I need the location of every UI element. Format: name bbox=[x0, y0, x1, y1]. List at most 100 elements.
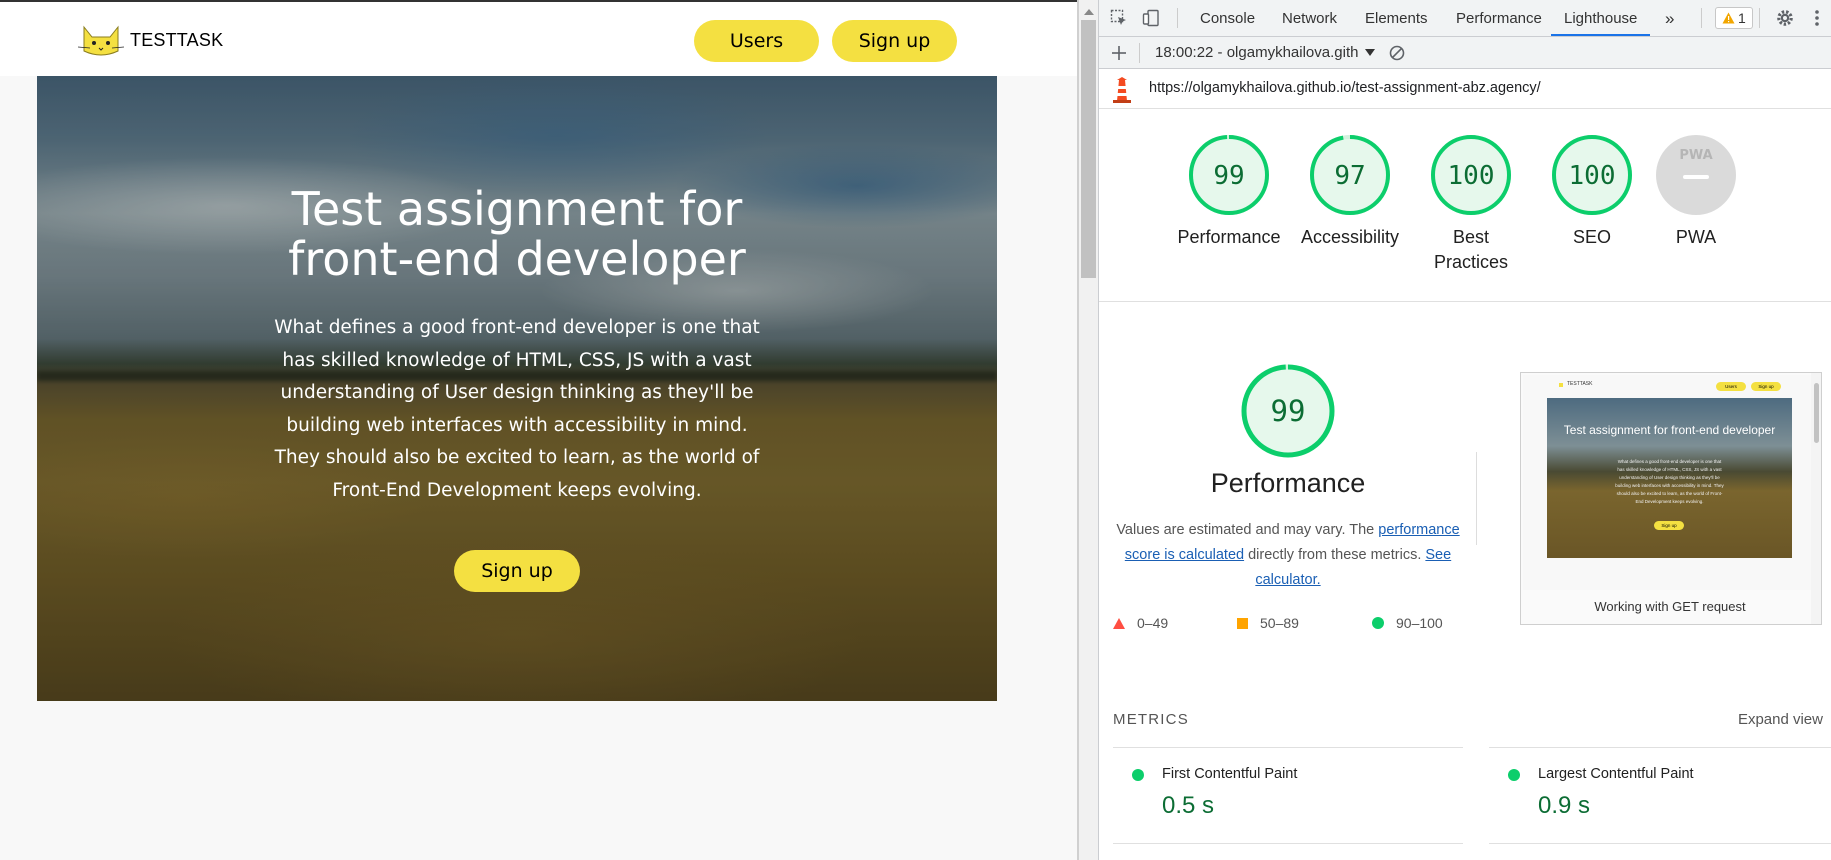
pass-dot-icon bbox=[1132, 769, 1144, 781]
metric-divider bbox=[1489, 747, 1831, 748]
performance-section: 99 Performance Values are estimated and … bbox=[1099, 302, 1831, 722]
legend-pass-range: 90–100 bbox=[1396, 615, 1443, 631]
toolbar-separator bbox=[1177, 8, 1178, 28]
hero-section: Test assignment for front-end developer … bbox=[37, 76, 997, 701]
report-selector-label: 18:00:22 - olgamykhailova.gith bbox=[1155, 44, 1359, 61]
settings-gear-icon[interactable] bbox=[1775, 8, 1795, 28]
red-triangle-icon bbox=[1113, 617, 1125, 629]
metrics-title: METRICS bbox=[1113, 711, 1189, 728]
metrics-header: METRICS Expand view bbox=[1113, 711, 1823, 731]
report-url-bar: https://olgamykhailova.github.io/test-as… bbox=[1099, 69, 1831, 109]
users-nav-button[interactable]: Users bbox=[694, 20, 819, 62]
thumbnail-signup-button: Sign up bbox=[1751, 382, 1781, 391]
tab-lighthouse[interactable]: Lighthouse bbox=[1551, 0, 1651, 36]
devtools-toolbar: Console Network Elements Performance Lig… bbox=[1099, 0, 1831, 37]
hero-signup-button[interactable]: Sign up bbox=[454, 550, 580, 592]
more-tabs-icon[interactable]: » bbox=[1663, 0, 1676, 36]
gauge-performance[interactable]: 99 Performance bbox=[1174, 133, 1284, 250]
metric-value: 0.5 s bbox=[1162, 792, 1215, 819]
dropdown-caret-icon bbox=[1364, 49, 1375, 56]
warning-icon bbox=[1722, 12, 1735, 24]
gauge-score: 99 bbox=[1213, 161, 1244, 191]
page-scrollbar-thumb[interactable] bbox=[1081, 20, 1096, 278]
gauge-label: Performance bbox=[1177, 227, 1281, 247]
performance-big-gauge: 99 Performance bbox=[1113, 364, 1463, 499]
device-toolbar-icon[interactable] bbox=[1141, 8, 1161, 28]
performance-description: Values are estimated and may vary. The p… bbox=[1113, 518, 1463, 593]
perf-desc-text-1: Values are estimated and may vary. The bbox=[1116, 522, 1375, 538]
gauge-label: Best Practices bbox=[1433, 227, 1509, 272]
green-circle-icon bbox=[1372, 617, 1384, 629]
tab-performance[interactable]: Performance bbox=[1454, 0, 1544, 36]
gauge-ring: 100 bbox=[1552, 135, 1632, 215]
tab-elements[interactable]: Elements bbox=[1363, 0, 1430, 36]
performance-gauge-ring: 99 bbox=[1241, 364, 1335, 458]
scroll-up-arrow-icon[interactable] bbox=[1084, 9, 1094, 15]
warnings-badge[interactable]: 1 bbox=[1715, 7, 1753, 29]
report-url[interactable]: https://olgamykhailova.github.io/test-as… bbox=[1149, 80, 1541, 96]
expand-view-toggle[interactable]: Expand view bbox=[1738, 711, 1823, 728]
site-header: TESTTASK Users Sign up bbox=[0, 0, 1077, 76]
signup-nav-button[interactable]: Sign up bbox=[832, 20, 957, 62]
gauge-ring: 99 bbox=[1189, 135, 1269, 215]
final-screenshot-thumbnail[interactable]: TESTTASK Users Sign up Test assignment f… bbox=[1520, 372, 1822, 625]
thumbnail-scrollbar-thumb bbox=[1814, 383, 1819, 443]
gauge-score: 97 bbox=[1334, 161, 1365, 191]
hero-title: Test assignment for front-end developer bbox=[288, 182, 746, 286]
gauge-label: SEO bbox=[1572, 227, 1611, 247]
thumbnail-users-button: Users bbox=[1716, 382, 1746, 391]
logo-text: TESTTASK bbox=[130, 29, 224, 50]
thumbnail-page: TESTTASK Users Sign up Test assignment f… bbox=[1523, 375, 1811, 590]
inspect-element-icon[interactable] bbox=[1109, 8, 1129, 28]
metric-divider bbox=[1489, 843, 1831, 844]
gauge-label: Accessibility bbox=[1300, 227, 1400, 247]
hero-description: What defines a good front-end developer … bbox=[274, 317, 760, 501]
tab-console[interactable]: Console bbox=[1198, 0, 1257, 36]
clear-reports-icon[interactable] bbox=[1387, 43, 1407, 63]
thumbnail-hero-button: Sign up bbox=[1654, 521, 1684, 530]
new-report-plus-icon[interactable] bbox=[1109, 43, 1129, 63]
metric-value: 0.9 s bbox=[1538, 792, 1591, 819]
devtools-panel: Console Network Elements Performance Lig… bbox=[1098, 0, 1831, 860]
metric-divider bbox=[1113, 843, 1463, 844]
toolbar-separator bbox=[1701, 8, 1702, 28]
pwa-badge-icon: PWA bbox=[1656, 135, 1736, 215]
gauge-ring: 97 bbox=[1310, 135, 1390, 215]
score-legend: 0–49 50–89 90–100 bbox=[1113, 615, 1463, 635]
metric-name: First Contentful Paint bbox=[1162, 766, 1298, 782]
gauge-pwa[interactable]: PWA PWA bbox=[1641, 133, 1751, 250]
website-viewport: TESTTASK Users Sign up Test assignment f… bbox=[0, 0, 1077, 860]
gauge-label: PWA bbox=[1675, 227, 1717, 247]
legend-average: 50–89 bbox=[1237, 615, 1299, 631]
thumbnail-hero-text: What defines a good front-end developer … bbox=[1615, 459, 1724, 504]
legend-pass: 90–100 bbox=[1372, 615, 1443, 631]
legend-fail-range: 0–49 bbox=[1137, 615, 1169, 631]
legend-average-range: 50–89 bbox=[1260, 615, 1299, 631]
perf-desc-text-2: directly from these metrics. bbox=[1248, 547, 1422, 563]
orange-square-icon bbox=[1237, 617, 1248, 629]
pwa-badge-text: PWA bbox=[1679, 148, 1712, 163]
metric-divider bbox=[1113, 747, 1463, 748]
gauge-best-practices[interactable]: 100 Best Practices bbox=[1416, 133, 1526, 275]
site-logo[interactable]: TESTTASK bbox=[78, 22, 223, 58]
performance-title: Performance bbox=[1210, 468, 1366, 498]
gauge-score: 100 bbox=[1569, 161, 1616, 191]
thumbnail-hero-title: Test assignment for front-end developer bbox=[1563, 423, 1776, 437]
report-selector[interactable]: 18:00:22 - olgamykhailova.gith bbox=[1155, 37, 1375, 69]
tab-network[interactable]: Network bbox=[1280, 0, 1339, 36]
gauge-seo[interactable]: 100 SEO bbox=[1537, 133, 1647, 250]
legend-fail: 0–49 bbox=[1113, 615, 1168, 631]
lighthouse-logo-icon bbox=[1111, 77, 1133, 108]
gauge-score: 100 bbox=[1448, 161, 1495, 191]
metric-name: Largest Contentful Paint bbox=[1538, 766, 1694, 782]
more-options-icon[interactable] bbox=[1807, 8, 1827, 28]
gauge-accessibility[interactable]: 97 Accessibility bbox=[1295, 133, 1405, 250]
cat-logo-icon bbox=[78, 25, 124, 56]
vertical-divider bbox=[1476, 452, 1477, 545]
gauge-ring: 100 bbox=[1431, 135, 1511, 215]
toolbar-separator bbox=[1139, 43, 1140, 63]
toolbar-separator bbox=[1759, 8, 1760, 28]
pass-dot-icon bbox=[1508, 769, 1520, 781]
lighthouse-subbar: 18:00:22 - olgamykhailova.gith bbox=[1099, 37, 1831, 69]
performance-big-score: 99 bbox=[1271, 394, 1306, 428]
